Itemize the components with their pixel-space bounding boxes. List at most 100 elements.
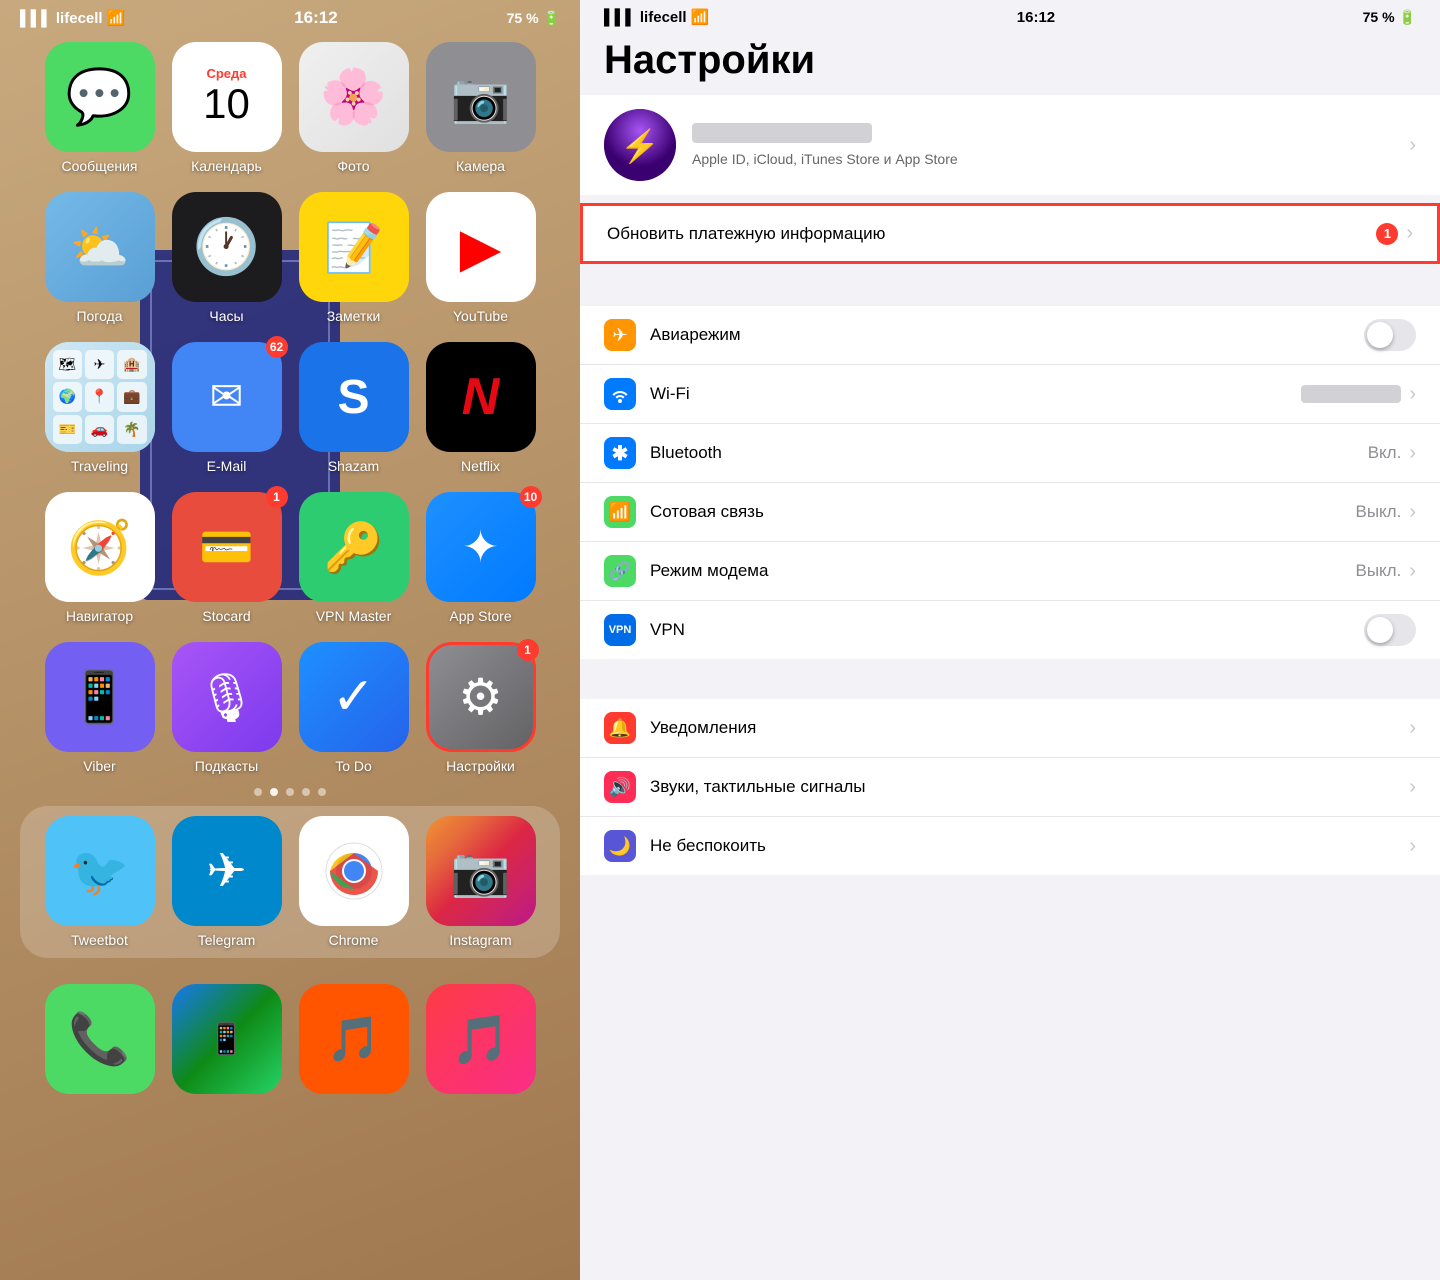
dock-label-telegram: Telegram	[198, 932, 256, 948]
appstore-badge: 10	[520, 486, 542, 508]
app-notes[interactable]: 📝 Заметки	[296, 192, 411, 324]
bottom-social[interactable]: 📱	[169, 984, 284, 1094]
dnd-icon: 🌙	[604, 830, 636, 862]
battery-pct-right: 75 %	[1363, 9, 1395, 25]
bottom-phone[interactable]: 📞	[42, 984, 157, 1094]
profile-row[interactable]: ⚡ Apple ID, iCloud, iTunes Store и App S…	[580, 95, 1440, 195]
app-label-shazam: Shazam	[328, 458, 379, 474]
time-left: 16:12	[294, 8, 337, 28]
cellular-chevron: ›	[1409, 501, 1416, 524]
app-podcasts[interactable]: 🎙 Подкасты	[169, 642, 284, 774]
svg-text:⚡: ⚡	[620, 128, 660, 165]
app-shazam[interactable]: S Shazam	[296, 342, 411, 474]
dock-chrome[interactable]: Chrome	[296, 816, 411, 948]
bottom-row: 📞 📱 🎵 🎵	[0, 974, 580, 1104]
notifications-row[interactable]: 🔔 Уведомления ›	[580, 699, 1440, 758]
app-label-clock: Часы	[209, 308, 243, 324]
app-label-netflix: Netflix	[461, 458, 500, 474]
time-right: 16:12	[1017, 9, 1055, 26]
carrier-signal-right: ▌▌▌ lifecell 📶	[604, 8, 709, 26]
app-viber[interactable]: 📱 Viber	[42, 642, 157, 774]
update-payment-chevron: ›	[1406, 222, 1413, 245]
app-label-viber: Viber	[83, 758, 115, 774]
bottom-icon-music: 🎵	[426, 984, 536, 1094]
app-label-youtube: YouTube	[453, 308, 508, 324]
update-payment-text: Обновить платежную информацию	[607, 224, 1376, 244]
stocard-badge: 1	[266, 486, 288, 508]
app-stocard[interactable]: 💳 1 Stocard	[169, 492, 284, 624]
app-icon-todo: ✓	[299, 642, 409, 752]
home-screen: ▌▌▌ lifecell 📶 16:12 75 % 🔋 💬 Сообщения …	[0, 0, 580, 1280]
bottom-icon-social: 📱	[172, 984, 282, 1094]
update-payment-badge: 1	[1376, 223, 1398, 245]
bluetooth-label: Bluetooth	[650, 443, 1368, 463]
app-email[interactable]: ✉ 62 E-Mail	[169, 342, 284, 474]
app-icon-shazam: S	[299, 342, 409, 452]
dock-telegram[interactable]: ✈ Telegram	[169, 816, 284, 948]
app-traveling[interactable]: 🗺 ✈ 🏨 🌍 📍 💼 🎫 🚗 🌴 Traveling	[42, 342, 157, 474]
app-youtube[interactable]: ▶ YouTube	[423, 192, 538, 324]
app-clock[interactable]: 🕐 Часы	[169, 192, 284, 324]
sounds-label: Звуки, тактильные сигналы	[650, 777, 1409, 797]
app-photos[interactable]: 🌸 Фото	[296, 42, 411, 174]
hotspot-row[interactable]: 🔗 Режим модема Выкл. ›	[580, 542, 1440, 601]
notifications-chevron: ›	[1409, 717, 1416, 740]
app-netflix[interactable]: N Netflix	[423, 342, 538, 474]
cellular-value: Выкл.	[1355, 502, 1401, 522]
dock-instagram[interactable]: 📷 Instagram	[423, 816, 538, 948]
app-label-vpnmaster: VPN Master	[316, 608, 391, 624]
dock-icon-telegram: ✈	[172, 816, 282, 926]
app-label-email: E-Mail	[207, 458, 247, 474]
battery-area-right: 75 % 🔋	[1363, 9, 1416, 26]
app-grid: 💬 Сообщения Среда 10 Календарь 🌸 Фото 📷	[0, 32, 580, 784]
app-camera[interactable]: 📷 Камера	[423, 42, 538, 174]
notifications-label: Уведомления	[650, 718, 1409, 738]
vpn-toggle[interactable]	[1364, 614, 1416, 646]
app-calendar[interactable]: Среда 10 Календарь	[169, 42, 284, 174]
wifi-chevron: ›	[1409, 383, 1416, 406]
airplane-label: Авиарежим	[650, 325, 1364, 345]
app-todo[interactable]: ✓ To Do	[296, 642, 411, 774]
battery-pct-left: 75 %	[507, 10, 539, 26]
cellular-row[interactable]: 📶 Сотовая связь Выкл. ›	[580, 483, 1440, 542]
section-divider-1	[580, 266, 1440, 294]
hotspot-chevron: ›	[1409, 560, 1416, 583]
app-icon-stocard: 💳 1	[172, 492, 282, 602]
status-bar-right: ▌▌▌ lifecell 📶 16:12 75 % 🔋	[580, 0, 1440, 30]
app-navigator[interactable]: 🧭 Навигатор	[42, 492, 157, 624]
dock-tweetbot[interactable]: 🐦 Tweetbot	[42, 816, 157, 948]
airplane-row[interactable]: ✈ Авиарежим	[580, 306, 1440, 365]
app-settings[interactable]: ⚙ 1 Настройки	[423, 642, 538, 774]
app-messages[interactable]: 💬 Сообщения	[42, 42, 157, 174]
app-icon-viber: 📱	[45, 642, 155, 752]
sounds-icon: 🔊	[604, 771, 636, 803]
app-label-navigator: Навигатор	[66, 608, 133, 624]
app-label-camera: Камера	[456, 158, 505, 174]
settings-badge: 1	[517, 639, 539, 661]
dnd-label: Не беспокоить	[650, 836, 1409, 856]
app-label-notes: Заметки	[327, 308, 381, 324]
app-appstore[interactable]: ✦ 10 App Store	[423, 492, 538, 624]
dock: 🐦 Tweetbot ✈ Telegram	[20, 806, 560, 958]
dot-2	[270, 788, 278, 796]
profile-avatar: ⚡	[604, 109, 676, 181]
page-dots	[0, 788, 580, 796]
bottom-soundcloud[interactable]: 🎵	[296, 984, 411, 1094]
airplane-toggle[interactable]	[1364, 319, 1416, 351]
dnd-row[interactable]: 🌙 Не беспокоить ›	[580, 817, 1440, 875]
app-vpnmaster[interactable]: 🔑 VPN Master	[296, 492, 411, 624]
vpn-row[interactable]: VPN VPN	[580, 601, 1440, 659]
app-weather[interactable]: ⛅ Погода	[42, 192, 157, 324]
bottom-icon-soundcloud: 🎵	[299, 984, 409, 1094]
update-payment-row[interactable]: Обновить платежную информацию 1 ›	[580, 203, 1440, 264]
bluetooth-row[interactable]: ✱ Bluetooth Вкл. ›	[580, 424, 1440, 483]
sounds-row[interactable]: 🔊 Звуки, тактильные сигналы ›	[580, 758, 1440, 817]
bottom-music[interactable]: 🎵	[423, 984, 538, 1094]
app-icon-clock: 🕐	[172, 192, 282, 302]
cellular-label: Сотовая связь	[650, 502, 1355, 522]
airplane-icon: ✈	[604, 319, 636, 351]
app-icon-navigator: 🧭	[45, 492, 155, 602]
profile-info: Apple ID, iCloud, iTunes Store и App Sto…	[692, 123, 1393, 167]
wifi-icon-left: 📶	[107, 9, 126, 27]
wifi-row[interactable]: Wi-Fi ›	[580, 365, 1440, 424]
